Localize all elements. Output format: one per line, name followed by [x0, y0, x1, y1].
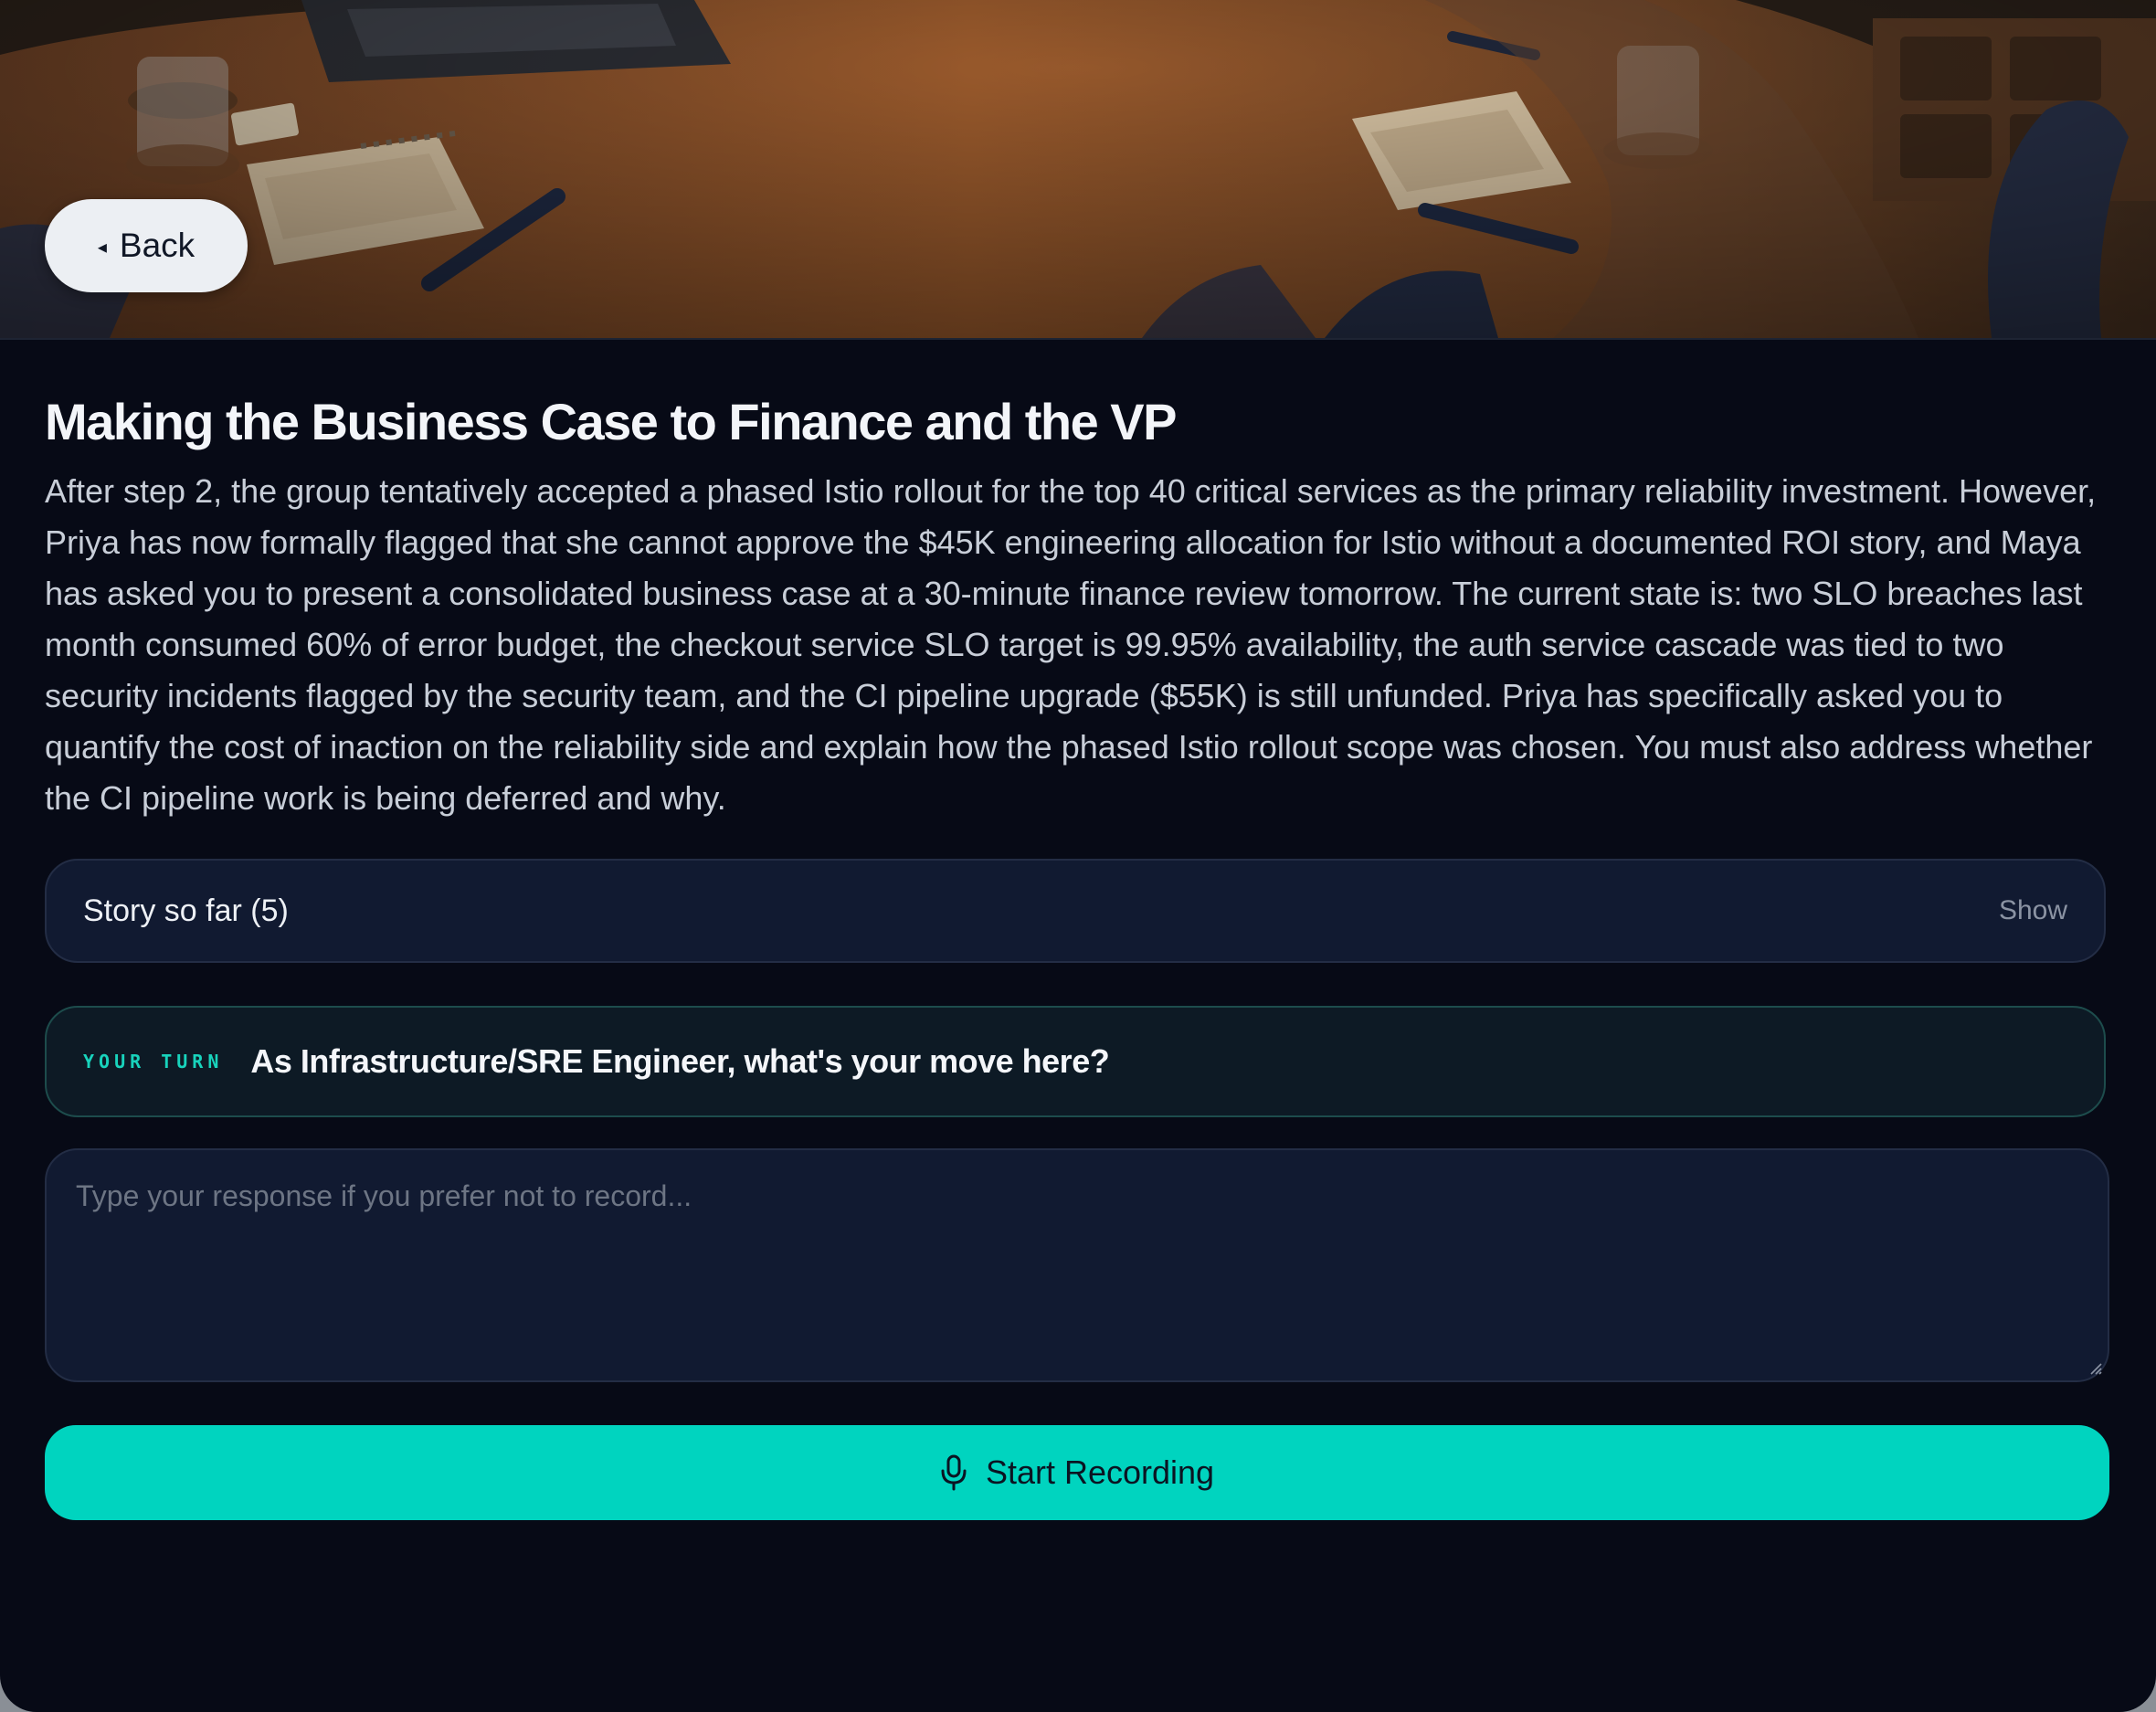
response-textarea[interactable]	[45, 1148, 2109, 1382]
app-window: ◂ Back Making the Business Case to Finan…	[0, 0, 2156, 1712]
scenario-description: After step 2, the group tentatively acce…	[45, 472, 2097, 817]
back-button[interactable]: ◂ Back	[45, 199, 248, 292]
scenario-title: Making the Business Case to Finance and …	[45, 393, 1177, 450]
start-recording-label: Start Recording	[985, 1453, 1215, 1491]
scenario-content: Making the Business Case to Finance and …	[45, 338, 2109, 1520]
story-so-far-panel[interactable]: Story so far (5) Show	[45, 859, 2106, 963]
caret-left-icon: ◂	[97, 237, 107, 258]
microphone-icon	[941, 1454, 967, 1491]
your-turn-panel: YOUR TURN As Infrastructure/SRE Engineer…	[45, 1006, 2106, 1117]
back-button-label: Back	[119, 227, 196, 264]
story-show-toggle[interactable]: Show	[1999, 895, 2067, 926]
your-turn-tag: YOUR TURN	[83, 1051, 224, 1073]
turn-prompt: As Infrastructure/SRE Engineer, what's y…	[250, 1042, 1110, 1080]
desk-illustration	[0, 0, 2156, 338]
resize-handle-icon[interactable]	[2089, 1362, 2102, 1375]
start-recording-button[interactable]: Start Recording	[45, 1425, 2109, 1520]
story-so-far-label: Story so far (5)	[83, 893, 289, 928]
scenario-hero-image: ◂ Back	[0, 0, 2156, 340]
